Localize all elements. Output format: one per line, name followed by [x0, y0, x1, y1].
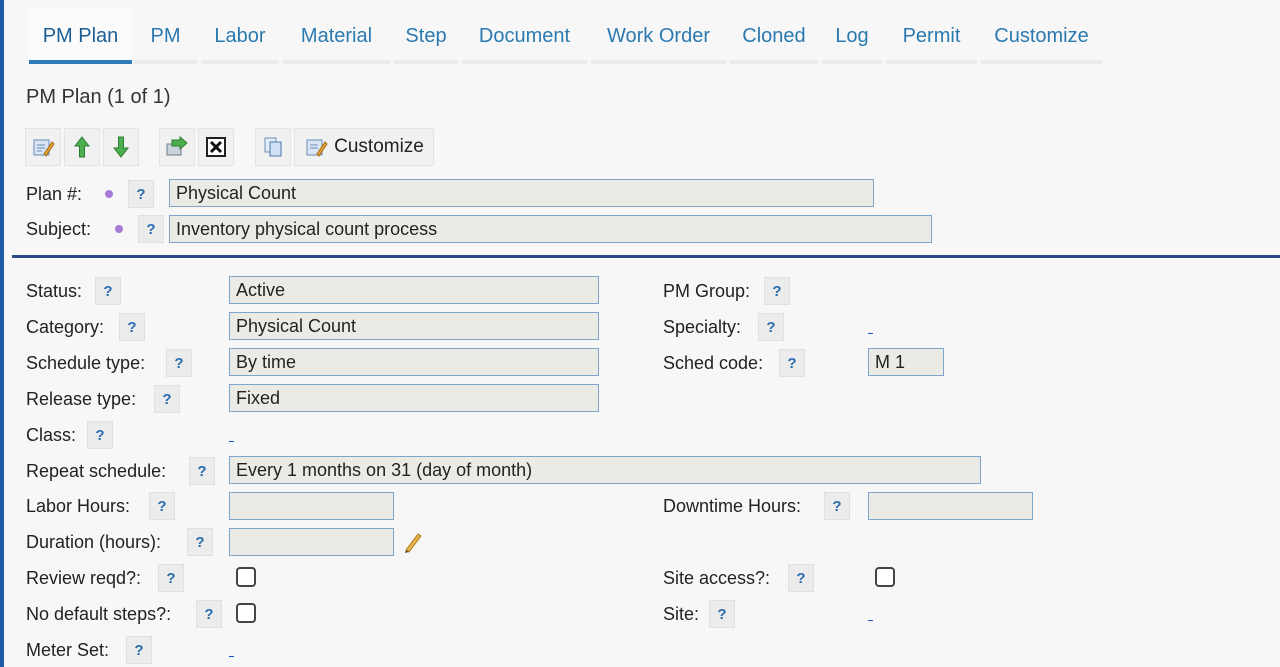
customize-label: Customize: [334, 136, 424, 157]
tab-work-order[interactable]: Work Order: [589, 8, 728, 64]
site-access-checkbox[interactable]: [875, 567, 895, 587]
meter-set-empty-link[interactable]: [229, 656, 234, 657]
review-reqd-label: Review reqd?:: [26, 568, 142, 588]
help-button[interactable]: ?: [119, 313, 145, 341]
help-button[interactable]: ?: [149, 492, 175, 520]
tab-pm[interactable]: PM: [132, 8, 199, 64]
class-label: Class:: [26, 425, 77, 445]
help-button[interactable]: ?: [166, 349, 192, 377]
tab-cloned[interactable]: Cloned: [728, 8, 820, 64]
move-up-button[interactable]: [64, 128, 100, 166]
help-button[interactable]: ?: [128, 180, 154, 208]
page-title: PM Plan (1 of 1): [26, 86, 171, 108]
delete-button[interactable]: [198, 128, 234, 166]
help-button[interactable]: ?: [189, 457, 215, 485]
specialty-label: Specialty:: [663, 317, 742, 337]
left-accent-bar: [0, 0, 4, 667]
help-button[interactable]: ?: [779, 349, 805, 377]
arrow-up-icon: [73, 136, 91, 158]
tab-document[interactable]: Document: [460, 8, 589, 64]
specialty-empty-link[interactable]: [868, 333, 873, 334]
help-button[interactable]: ?: [758, 313, 784, 341]
tab-bar: PM Plan PM Labor Material Step Document …: [29, 8, 1104, 64]
edit-button[interactable]: [25, 128, 61, 166]
release-type-label: Release type:: [26, 389, 137, 409]
labor-hours-field[interactable]: [229, 492, 394, 520]
no-default-steps-label: No default steps?:: [26, 604, 172, 624]
help-button[interactable]: ?: [95, 277, 121, 305]
schedule-type-label: Schedule type:: [26, 353, 146, 373]
help-button[interactable]: ?: [187, 528, 213, 556]
repeat-schedule-field[interactable]: Every 1 months on 31 (day of month): [229, 456, 981, 484]
help-button[interactable]: ?: [764, 277, 790, 305]
copy-icon: [264, 137, 282, 157]
close-icon: [206, 137, 226, 157]
customize-button[interactable]: Customize: [294, 128, 434, 166]
help-button[interactable]: ?: [709, 600, 735, 628]
move-down-button[interactable]: [103, 128, 139, 166]
help-button[interactable]: ?: [126, 636, 152, 664]
tab-permit[interactable]: Permit: [884, 8, 979, 64]
help-button[interactable]: ?: [154, 385, 180, 413]
refresh-icon: [166, 135, 188, 156]
status-label: Status:: [26, 281, 83, 301]
tab-material[interactable]: Material: [281, 8, 392, 64]
subject-label: Subject:: [26, 219, 92, 239]
arrow-down-icon: [112, 136, 130, 158]
site-label: Site:: [663, 604, 700, 624]
schedule-type-field[interactable]: By time: [229, 348, 599, 376]
meter-set-label: Meter Set:: [26, 640, 110, 660]
pencil-icon[interactable]: [402, 530, 424, 554]
help-button[interactable]: ?: [87, 421, 113, 449]
labor-hours-label: Labor Hours:: [26, 496, 131, 516]
downtime-hours-field[interactable]: [868, 492, 1033, 520]
help-button[interactable]: ?: [824, 492, 850, 520]
no-default-steps-checkbox[interactable]: [236, 603, 256, 623]
plan-number-field[interactable]: Physical Count: [169, 179, 874, 207]
required-indicator: [115, 225, 123, 233]
required-indicator: [105, 190, 113, 198]
duration-label: Duration (hours):: [26, 532, 162, 552]
help-button[interactable]: ?: [196, 600, 222, 628]
section-divider: [12, 255, 1280, 258]
edit-icon: [33, 139, 55, 157]
tab-customize[interactable]: Customize: [979, 8, 1104, 64]
class-empty-link[interactable]: [229, 441, 234, 442]
release-type-field[interactable]: Fixed: [229, 384, 599, 412]
site-access-label: Site access?:: [663, 568, 771, 588]
tab-log[interactable]: Log: [820, 8, 884, 64]
downtime-hours-label: Downtime Hours:: [663, 496, 802, 516]
help-button[interactable]: ?: [138, 215, 164, 243]
subject-field[interactable]: Inventory physical count process: [169, 215, 932, 243]
status-field[interactable]: Active: [229, 276, 599, 304]
tab-labor[interactable]: Labor: [199, 8, 281, 64]
category-label: Category:: [26, 317, 105, 337]
site-empty-link[interactable]: [868, 620, 873, 621]
sched-code-label: Sched code:: [663, 353, 764, 373]
sched-code-field[interactable]: M 1: [868, 348, 944, 376]
review-reqd-checkbox[interactable]: [236, 567, 256, 587]
refresh-button[interactable]: [159, 128, 195, 166]
pm-group-label: PM Group:: [663, 281, 751, 301]
repeat-schedule-label: Repeat schedule:: [26, 461, 167, 481]
help-button[interactable]: ?: [788, 564, 814, 592]
customize-icon: [306, 139, 328, 157]
copy-button[interactable]: [255, 128, 291, 166]
help-button[interactable]: ?: [158, 564, 184, 592]
duration-field[interactable]: [229, 528, 394, 556]
plan-label: Plan #:: [26, 184, 83, 204]
tab-pm-plan[interactable]: PM Plan: [29, 8, 132, 64]
category-field[interactable]: Physical Count: [229, 312, 599, 340]
tab-step[interactable]: Step: [392, 8, 460, 64]
